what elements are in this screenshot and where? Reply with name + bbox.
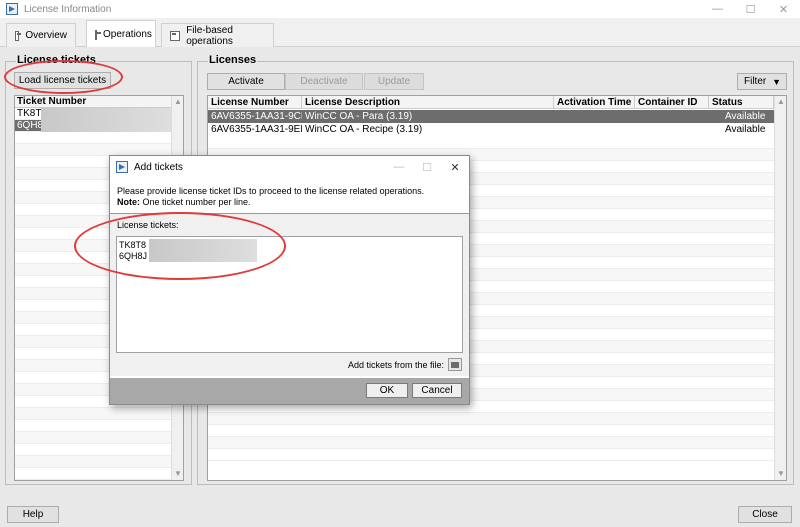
maximize-button[interactable]: ☐ xyxy=(734,0,767,18)
license-number-cell: 6AV6355-1AA31-9EL0 xyxy=(211,124,302,135)
dialog-close-button[interactable]: ✕ xyxy=(441,156,469,178)
dialog-maximize-button[interactable]: ☐ xyxy=(413,156,441,178)
window-title: License Information xyxy=(24,3,112,15)
status-cell: Available xyxy=(725,111,766,122)
window-controls: — ☐ ✕ xyxy=(701,0,800,18)
scroll-down-icon[interactable]: ▼ xyxy=(172,468,183,480)
license-description-cell: WinCC OA - Para (3.19) xyxy=(305,111,413,122)
dialog-window-controls: — ☐ ✕ xyxy=(385,156,469,178)
operations-tab-icon xyxy=(95,29,101,40)
tab-file-label: File-based operations xyxy=(186,24,233,47)
licenses-label: Licenses xyxy=(208,54,258,66)
column-header[interactable]: Status xyxy=(709,96,774,109)
overview-tab-icon xyxy=(15,30,22,41)
dialog-message: Please provide license ticket IDs to pro… xyxy=(117,186,424,208)
redacted-text xyxy=(41,108,171,120)
ok-button[interactable]: OK xyxy=(366,383,408,398)
list-item[interactable]: TK8T8 xyxy=(15,108,183,120)
dialog-title: Add tickets xyxy=(134,161,183,173)
add-from-file-label: Add tickets from the file: xyxy=(347,360,444,370)
note-label: Note: xyxy=(117,197,140,207)
app-icon xyxy=(6,3,18,15)
add-tickets-dialog: Add tickets — ☐ ✕ Please provide license… xyxy=(109,155,470,405)
column-header[interactable]: Activation Time xyxy=(554,96,635,109)
table-row[interactable]: 6AV6355-1AA31-9EL0 WinCC OA - Recipe (3.… xyxy=(208,123,774,136)
table-row[interactable]: 6AV6355-1AA31-9CH0 WinCC OA - Para (3.19… xyxy=(208,110,774,123)
redacted-text xyxy=(41,120,171,132)
dialog-note: Note: One ticket number per line. xyxy=(117,197,424,208)
dialog-minimize-button[interactable]: — xyxy=(385,156,413,178)
cancel-button[interactable]: Cancel xyxy=(412,383,462,398)
licenses-table-scrollbar[interactable]: ▲ ▼ xyxy=(774,96,786,480)
status-cell: Available xyxy=(725,124,766,135)
column-header[interactable]: Container ID xyxy=(635,96,709,109)
title-bar: License Information — ☐ ✕ xyxy=(0,0,800,18)
activate-button[interactable]: Activate xyxy=(207,73,285,90)
scroll-up-icon[interactable]: ▲ xyxy=(775,96,786,108)
annotation-highlight-ticket-input xyxy=(74,212,286,280)
bottom-bar: Help Close xyxy=(0,502,800,527)
folder-icon[interactable] xyxy=(448,358,462,371)
ticket-number-header: Ticket Number xyxy=(15,96,183,108)
tab-strip: Overview Operations File-based operation… xyxy=(0,18,800,48)
chevron-down-icon: ▼ xyxy=(772,76,781,87)
close-button[interactable]: Close xyxy=(738,506,792,523)
file-tab-icon xyxy=(170,30,181,41)
filter-label: Filter xyxy=(744,76,767,87)
close-window-button[interactable]: ✕ xyxy=(767,0,800,18)
list-item-selected[interactable]: 6QH8J xyxy=(15,120,183,132)
minimize-button[interactable]: — xyxy=(701,0,734,18)
annotation-highlight-load-button xyxy=(4,60,123,94)
column-header[interactable]: License Number xyxy=(208,96,302,109)
scroll-down-icon[interactable]: ▼ xyxy=(775,468,786,480)
filter-button[interactable]: Filter ▼ xyxy=(737,73,787,90)
column-header[interactable]: License Description xyxy=(302,96,554,109)
note-text: One ticket number per line. xyxy=(140,197,251,207)
help-button[interactable]: Help xyxy=(7,506,59,523)
tab-overview[interactable]: Overview xyxy=(6,23,76,47)
tab-operations-label: Operations xyxy=(103,29,152,40)
update-button[interactable]: Update xyxy=(364,73,424,90)
license-description-cell: WinCC OA - Recipe (3.19) xyxy=(305,124,423,135)
scroll-up-icon[interactable]: ▲ xyxy=(172,96,183,108)
tab-overview-label: Overview xyxy=(25,30,67,41)
dialog-app-icon xyxy=(116,161,128,173)
license-number-cell: 6AV6355-1AA31-9CH0 xyxy=(211,111,302,122)
dialog-footer: OK Cancel xyxy=(110,378,469,404)
deactivate-button[interactable]: Deactivate xyxy=(285,73,363,90)
tab-operations[interactable]: Operations xyxy=(86,20,156,48)
tab-file-based-operations[interactable]: File-based operations xyxy=(161,23,274,47)
dialog-instructions: Please provide license ticket IDs to pro… xyxy=(117,186,425,196)
